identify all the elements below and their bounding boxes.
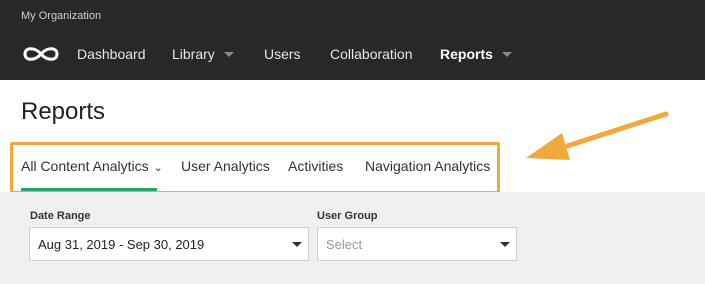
nav-item-dashboard[interactable]: Dashboard — [77, 46, 146, 62]
filters-panel: Date Range Aug 31, 2019 - Sep 30, 2019 U… — [0, 192, 705, 284]
date-range-select[interactable]: Aug 31, 2019 - Sep 30, 2019 — [29, 227, 309, 261]
chevron-down-icon — [501, 51, 512, 57]
user-group-placeholder: Select — [326, 237, 363, 252]
nav-item-label: Dashboard — [77, 46, 146, 62]
nav-item-library[interactable]: Library — [172, 46, 234, 62]
organization-name: My Organization — [21, 10, 102, 22]
active-tab-indicator — [21, 188, 157, 191]
dropdown-arrow-icon — [292, 242, 302, 247]
tab-all-content-analytics[interactable]: All Content Analytics ⌄ — [21, 158, 163, 174]
nav-item-label: Users — [264, 46, 301, 62]
infinity-logo-icon[interactable] — [21, 44, 61, 64]
chevron-down-icon — [223, 51, 234, 57]
date-range-label: Date Range — [30, 210, 91, 222]
tab-navigation-analytics[interactable]: Navigation Analytics — [365, 158, 490, 174]
tab-label: All Content Analytics — [21, 158, 149, 174]
tab-user-analytics[interactable]: User Analytics — [181, 158, 270, 174]
user-group-label: User Group — [317, 210, 378, 222]
nav-item-label: Library — [172, 46, 215, 62]
page-header: Reports All Content Analytics ⌄ User Anal… — [0, 80, 705, 192]
nav-item-users[interactable]: Users — [264, 46, 301, 62]
tab-label: Activities — [288, 158, 344, 174]
nav-item-label: Reports — [440, 46, 493, 62]
page-title: Reports — [21, 98, 106, 125]
user-group-select[interactable]: Select — [317, 227, 517, 261]
nav-item-label: Collaboration — [330, 46, 413, 62]
top-navigation-bar: My Organization Dashboard Library Users … — [0, 0, 705, 80]
tab-label: User Analytics — [181, 158, 270, 174]
nav-item-reports[interactable]: Reports — [440, 46, 512, 62]
tab-activities[interactable]: Activities — [288, 158, 343, 174]
date-range-value: Aug 31, 2019 - Sep 30, 2019 — [38, 237, 205, 252]
chevron-down-icon: ⌄ — [153, 162, 163, 174]
nav-item-collaboration[interactable]: Collaboration — [330, 46, 413, 62]
dropdown-arrow-icon — [500, 242, 510, 247]
tab-label: Navigation Analytics — [365, 158, 491, 174]
